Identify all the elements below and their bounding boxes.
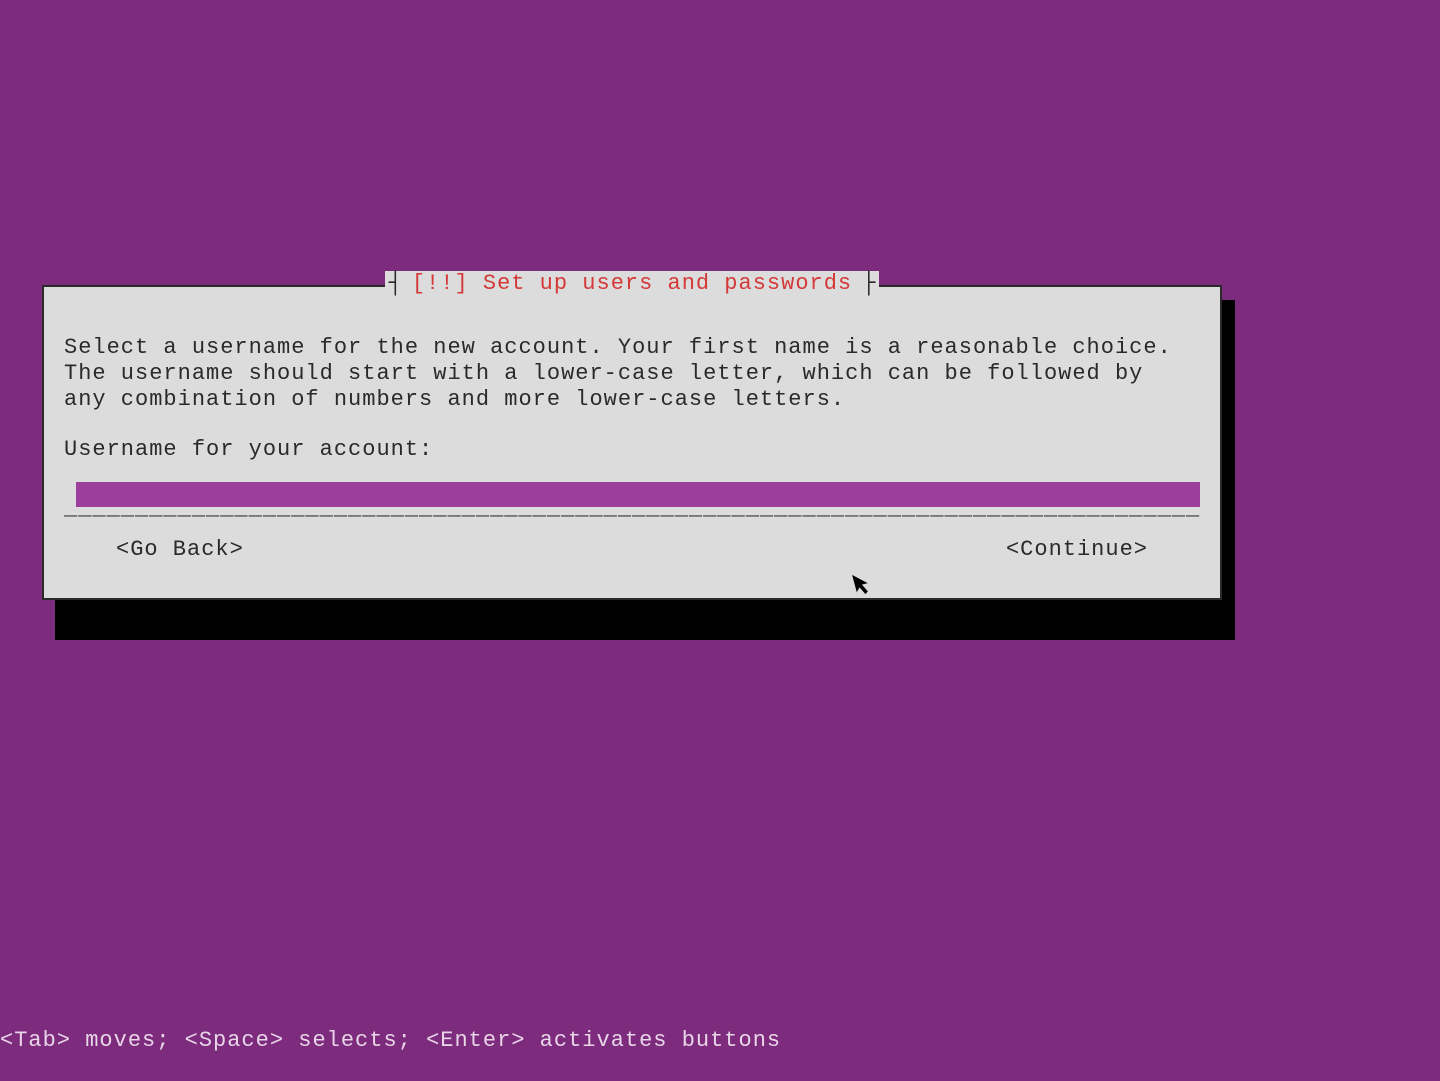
input-underline: ________________________________________… [64, 507, 1200, 519]
title-frame-left: ┤ [385, 271, 406, 296]
dialog-title-inner: ┤ [!!] Set up users and passwords ├ [385, 271, 880, 296]
username-input[interactable] [76, 482, 1200, 507]
continue-button[interactable]: <Continue> [1006, 537, 1148, 562]
dialog-title-wrap: ┤ [!!] Set up users and passwords ├ [44, 271, 1220, 296]
dialog-body-text: Select a username for the new account. Y… [64, 335, 1200, 413]
title-frame-right: ├ [858, 271, 879, 296]
installer-dialog: ┤ [!!] Set up users and passwords ├ Sele… [42, 285, 1222, 600]
go-back-button[interactable]: <Go Back> [116, 537, 244, 562]
footer-help-text: <Tab> moves; <Space> selects; <Enter> ac… [0, 1028, 781, 1053]
username-prompt-label: Username for your account: [64, 437, 433, 462]
dialog-title: [!!] Set up users and passwords [406, 271, 858, 296]
